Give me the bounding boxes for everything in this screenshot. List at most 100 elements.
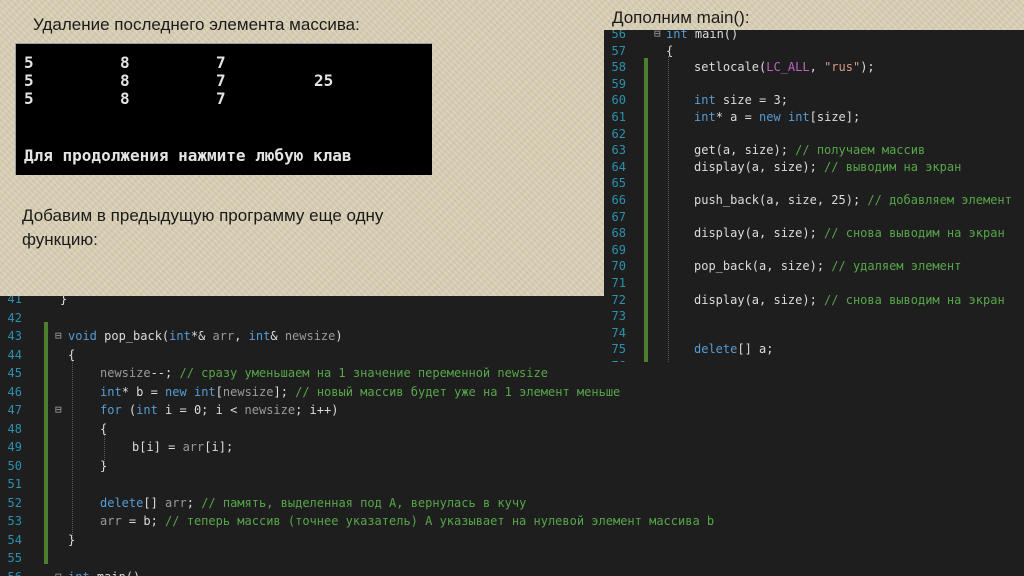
code-text: display(a, size); // снова выводим на эк… [694,292,1005,307]
code-line: 71 [604,274,1024,292]
line-number: 61 [611,110,626,124]
console-value: 8 [120,53,130,72]
line-number: 46 [7,384,22,399]
console-value: 5 [24,53,34,72]
line-number: 63 [611,143,626,158]
code-text: void pop_back(int*& arr, int& newsize) [68,329,343,343]
code-line: 45 newsize--; // сразу уменьшаем на 1 зна… [0,364,808,382]
code-line: 75 delete[] a; [604,340,1024,358]
line-number: 74 [611,325,626,340]
code-line: 53 arr = b; // теперь массив (точнее указ… [0,512,808,530]
code-text: push_back(a, size, 25); // добавляем эле… [694,193,1012,207]
line-number: 73 [611,309,626,324]
line-number: 65 [611,176,626,191]
code-line: 68 display(a, size); // снова выводим на … [604,224,1024,242]
line-number: 53 [7,514,22,528]
line-number: 50 [7,458,22,473]
code-line: 70 pop_back(a, size); // удаляем элемент [604,257,1024,275]
line-number: 71 [611,276,626,290]
code-text: b[i] = arr[i]; [132,440,234,454]
collapse-toggle-icon[interactable]: ⊟ [55,401,62,419]
description-text: Добавим в предыдущую программу еще одну … [22,206,384,249]
code-editor-main: 56 ⊟ int main() 57{58 setlocale(LC_ALL, "rus… [604,30,1024,362]
code-text: arr = b; // теперь массив (точнее указат… [100,514,715,528]
line-number: 68 [611,226,626,241]
code-line: 58 setlocale(LC_ALL, "rus"); [604,58,1024,76]
code-line: 65 [604,174,1024,192]
code-text: display(a, size); // выводим на экран [694,159,962,174]
code-line: 55 [0,549,808,567]
line-number: 48 [7,421,22,436]
line-number: 70 [611,259,626,274]
code-line: 54} [0,531,808,549]
code-text: int* b = new int[newsize]; // новый масс… [100,384,621,399]
code-text: delete[] arr; // память, выделенная под … [100,495,527,510]
console-prompt-text: Для продолжения нажмите любую клав [24,146,352,165]
line-number: 41 [7,296,22,306]
line-number: 72 [611,292,626,307]
code-line: 48{ [0,420,808,438]
code-line: 46 int* b = new int[newsize]; // новый ма… [0,383,808,401]
line-number: 58 [611,60,626,75]
line-number: 76 [604,357,626,362]
line-number: 60 [611,93,626,108]
line-number: 57 [611,43,626,58]
code-line: 50} [0,457,808,475]
code-text: get(a, size); // получаем массив [694,143,926,158]
code-text: int size = 3; [694,93,788,108]
code-line: 61 int* a = new int[size]; [604,108,1024,126]
console-value: 7 [216,71,226,90]
line-number: 66 [611,193,626,207]
collapse-toggle-icon[interactable]: ⊟ [55,568,62,576]
line-number: 43 [7,329,22,343]
console-value: 8 [120,89,130,108]
change-marker-bar [44,322,48,564]
console-value: 8 [120,71,130,90]
code-text: for (int i = 0; i < newsize; i++) [100,403,339,417]
code-line: 57{ [604,42,1024,60]
code-line: 63 get(a, size); // получаем массив [604,141,1024,159]
main-function-heading: Дополним main(): [612,8,750,27]
console-value: 5 [24,71,34,90]
console-value: 25 [314,71,334,90]
code-text: } [60,296,68,306]
code-text: newsize--; // сразу уменьшаем на 1 значе… [100,366,548,380]
console-value: 7 [216,53,226,72]
collapse-toggle-icon[interactable]: ⊟ [55,327,62,345]
code-line: 60 int size = 3; [604,91,1024,109]
code-editor-background [808,362,1024,576]
line-number: 49 [7,440,22,454]
code-line: 47 ⊟ for (int i = 0; i < newsize; i++) [0,401,808,419]
code-text: int* a = new int[size]; [694,110,861,124]
code-line: 69 [604,241,1024,259]
line-number: 55 [7,551,22,565]
line-number: 52 [7,495,22,510]
code-line: 56 ⊟ int main() [0,568,808,576]
code-line: 76 [604,357,1024,362]
line-number: 64 [611,159,626,174]
indent-guide [668,56,669,362]
code-line: 62 [604,125,1024,143]
indent-guide [104,432,105,466]
code-line: 66 push_back(a, size, 25); // добавляем э… [604,191,1024,209]
line-number: 59 [611,76,626,91]
code-text: pop_back(a, size); // удаляем элемент [694,259,962,274]
line-number: 51 [7,477,22,491]
code-line: 64 display(a, size); // выводим на экран [604,158,1024,176]
change-marker-bar [644,58,648,362]
code-line: 74 [604,324,1024,342]
line-number: 62 [611,126,626,141]
code-line: 67 [604,208,1024,226]
code-line: 51 [0,475,808,493]
code-text: int main() [68,568,140,576]
code-line: 72 display(a, size); // снова выводим на … [604,291,1024,309]
code-line: 59 [604,75,1024,93]
line-number: 56 [0,568,22,576]
console-value: 7 [216,89,226,108]
line-number: 67 [611,209,626,224]
line-number: 44 [7,347,22,362]
line-number: 69 [611,242,626,257]
code-text: display(a, size); // снова выводим на эк… [694,226,1005,241]
indent-guide [72,358,73,538]
code-line: 52 delete[] arr; // память, выделенная по… [0,494,808,512]
